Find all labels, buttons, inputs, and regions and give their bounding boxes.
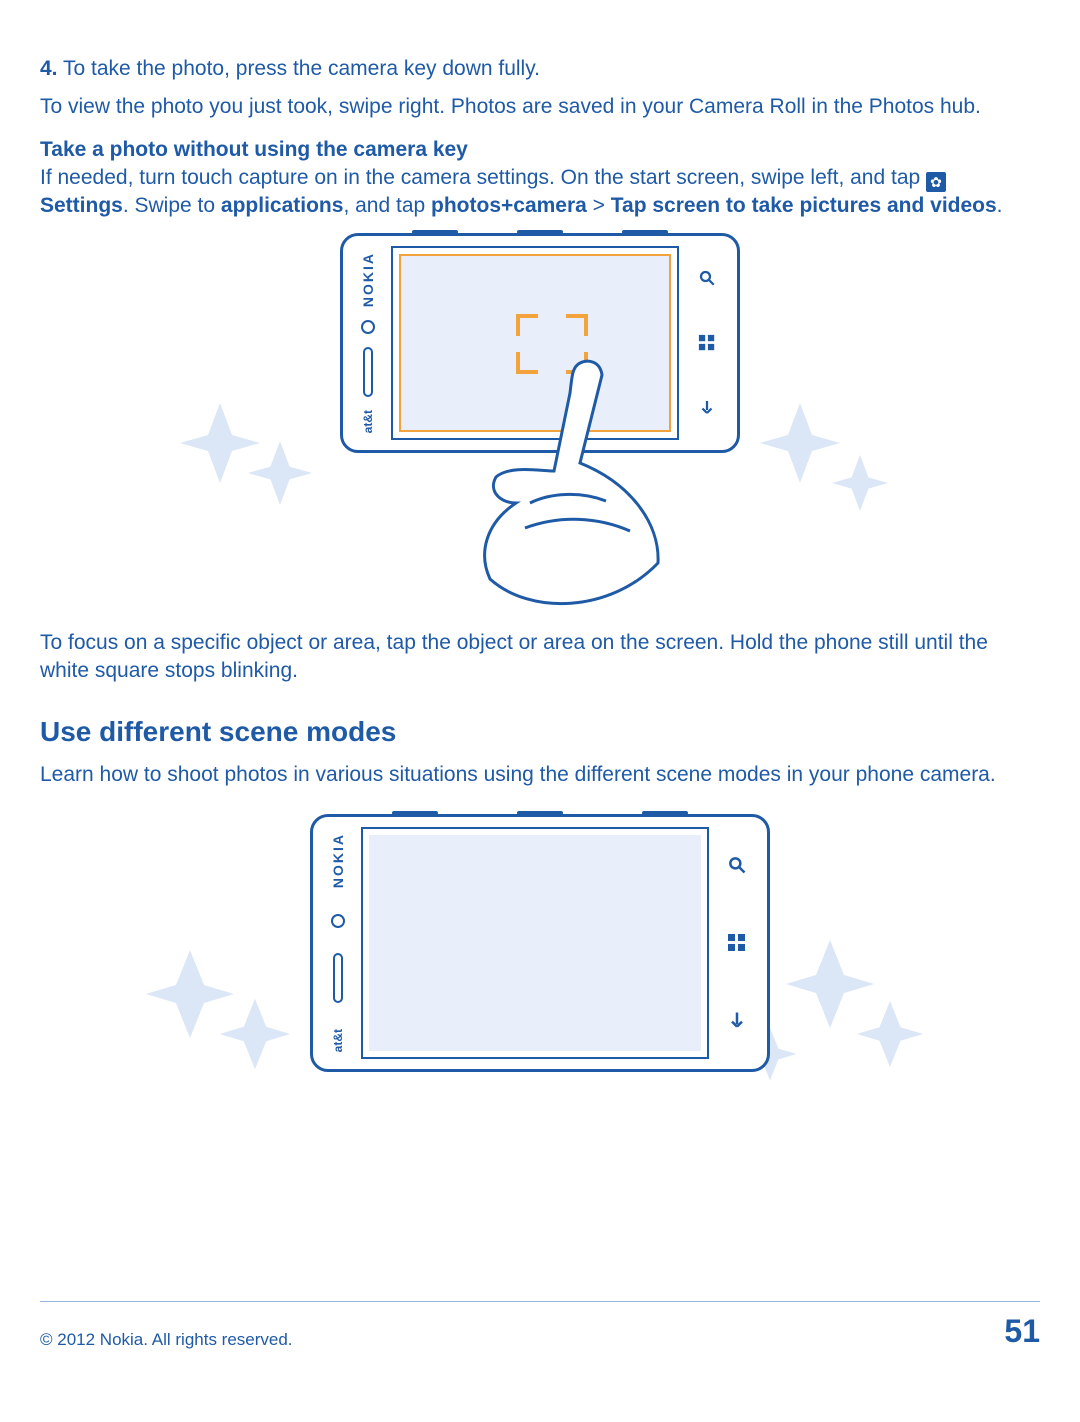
nav-applications: applications xyxy=(221,194,344,217)
figure-scene-modes: NOKIA at&t xyxy=(40,814,1040,1104)
sep: > xyxy=(587,194,611,217)
nav-photos-camera: photos+camera xyxy=(431,194,587,217)
subsection-touch-capture: Take a photo without using the camera ke… xyxy=(40,136,1040,221)
figure-tap-to-focus: NOKIA at&t xyxy=(40,233,1040,613)
camera-viewfinder[interactable] xyxy=(369,835,701,1051)
phone-sensor xyxy=(361,320,375,334)
step-number: 4. xyxy=(40,57,58,80)
hand-pointing-icon xyxy=(430,353,730,613)
viewfinder-background xyxy=(369,835,701,1051)
page-number: 51 xyxy=(1004,1313,1040,1350)
step-4: 4. To take the photo, press the camera k… xyxy=(40,55,1040,83)
windows-start-icon xyxy=(727,933,747,953)
phone-speaker xyxy=(363,347,373,397)
step-text: To take the photo, press the camera key … xyxy=(58,57,541,80)
end: . xyxy=(997,194,1003,217)
paragraph-view-photo: To view the photo you just took, swipe r… xyxy=(40,93,1040,121)
phone-speaker xyxy=(333,953,343,1003)
nav-settings: Settings xyxy=(40,194,123,217)
back-arrow-icon xyxy=(727,1010,747,1030)
search-icon xyxy=(727,855,747,875)
sub1-title: Take a photo without using the camera ke… xyxy=(40,138,468,161)
phone-brand: NOKIA xyxy=(329,833,348,888)
paragraph-focus: To focus on a specific object or area, t… xyxy=(40,629,1040,686)
t1: . Swipe to xyxy=(123,194,221,217)
section-title-scene-modes: Use different scene modes xyxy=(40,713,1040,751)
paragraph-scene-modes: Learn how to shoot photos in various sit… xyxy=(40,761,1040,789)
page-footer: © 2012 Nokia. All rights reserved. 51 xyxy=(40,1313,1040,1350)
copyright-text: © 2012 Nokia. All rights reserved. xyxy=(40,1330,293,1350)
phone-carrier: at&t xyxy=(360,410,376,433)
phone-screen-frame xyxy=(361,827,709,1059)
nav-tap-screen: Tap screen to take pictures and videos xyxy=(611,194,997,217)
phone-frame: NOKIA at&t xyxy=(310,814,770,1072)
windows-start-icon xyxy=(698,334,716,352)
phone-brand: NOKIA xyxy=(359,252,378,307)
phone-top-buttons xyxy=(343,230,737,234)
settings-gear-icon: ✿ xyxy=(926,172,946,192)
footer-rule xyxy=(40,1301,1040,1302)
sub1-lead: If needed, turn touch capture on in the … xyxy=(40,166,926,189)
phone-left-rail: NOKIA at&t xyxy=(321,827,355,1059)
phone-sensor xyxy=(331,914,345,928)
page-body: 4. To take the photo, press the camera k… xyxy=(40,55,1040,1104)
phone-carrier: at&t xyxy=(330,1029,346,1052)
phone-softkeys xyxy=(717,827,757,1059)
phone-top-buttons xyxy=(313,811,767,815)
phone-left-rail: NOKIA at&t xyxy=(351,246,385,440)
t2: , and tap xyxy=(343,194,431,217)
search-icon xyxy=(698,269,716,287)
